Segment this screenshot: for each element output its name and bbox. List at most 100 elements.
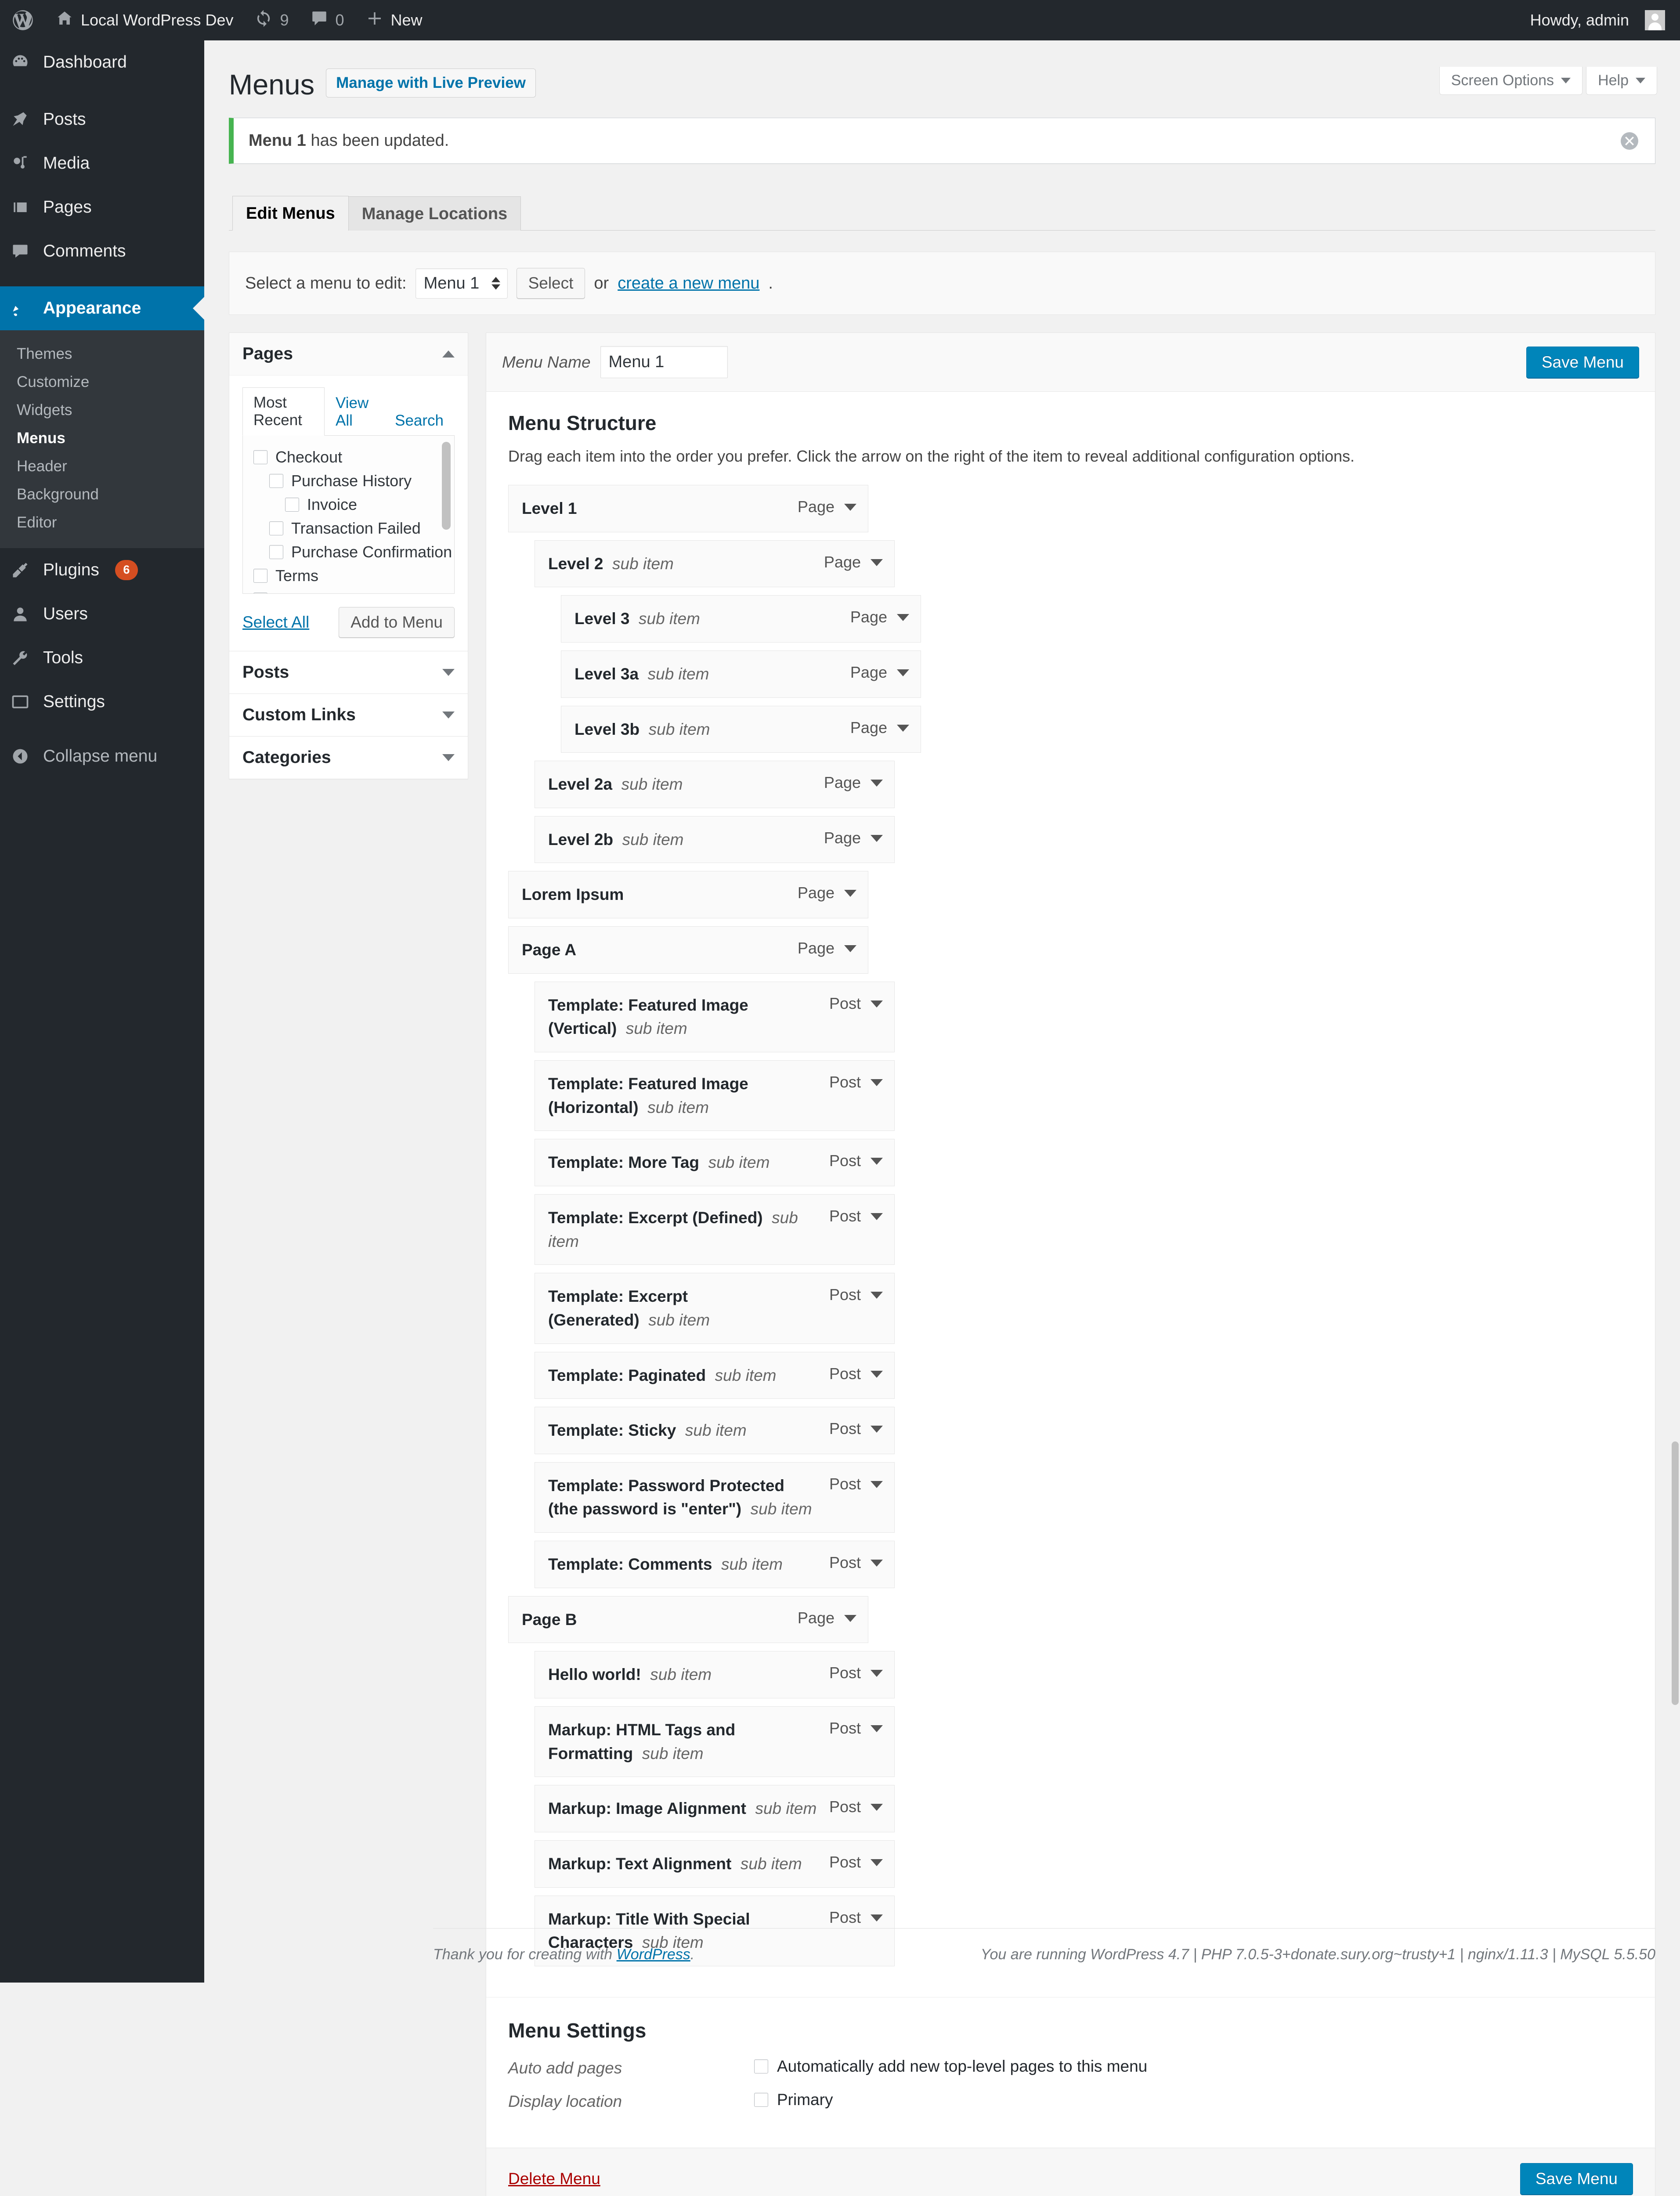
sidebar-item-comments[interactable]: Comments — [0, 229, 204, 273]
sidebar-item-users[interactable]: Users — [0, 592, 204, 636]
chevron-down-icon[interactable] — [871, 834, 883, 842]
menu-item-row[interactable]: Template: Comments sub item Post — [535, 1541, 895, 1588]
help-button[interactable]: Help — [1586, 67, 1657, 95]
chevron-down-icon[interactable] — [871, 1804, 883, 1811]
list-item[interactable]: Checkout — [243, 445, 454, 469]
comments-link[interactable]: 0 — [300, 0, 355, 40]
checkbox[interactable] — [269, 521, 283, 535]
sidebar-item-media[interactable]: Media — [0, 141, 204, 185]
sidebar-item-pages[interactable]: Pages — [0, 185, 204, 229]
checkbox[interactable] — [754, 2092, 768, 2107]
menu-item-row[interactable]: Markup: Image Alignment sub item Post — [535, 1785, 895, 1832]
manage-with-live-preview-button[interactable]: Manage with Live Preview — [326, 69, 536, 98]
scrollbar-thumb[interactable] — [1672, 1441, 1679, 1705]
menu-item-row[interactable]: Template: Excerpt (Defined) sub item Post — [535, 1194, 895, 1265]
menu-item-row[interactable]: Template: Paginated sub item Post — [535, 1351, 895, 1399]
chevron-down-icon[interactable] — [844, 945, 856, 953]
pages-tab-search[interactable]: Search — [384, 405, 455, 436]
select-all-link[interactable]: Select All — [242, 613, 309, 632]
chevron-down-icon[interactable] — [897, 669, 909, 676]
list-item[interactable]: Add-ons — [243, 588, 454, 593]
list-item[interactable]: Purchase History — [243, 469, 454, 493]
checkbox[interactable] — [269, 545, 283, 559]
panel-custom-links-header[interactable]: Custom Links — [229, 694, 468, 736]
menu-item-row[interactable]: Markup: Text Alignment sub item Post — [535, 1840, 895, 1888]
menu-item-row[interactable]: Markup: HTML Tags and Formatting sub ite… — [535, 1706, 895, 1777]
auto-add-pages-field[interactable]: Automatically add new top-level pages to… — [754, 2057, 1147, 2076]
submenu-item-widgets[interactable]: Widgets — [0, 396, 204, 424]
checkbox[interactable] — [253, 592, 267, 593]
submenu-item-header[interactable]: Header — [0, 452, 204, 480]
sidebar-item-appearance[interactable]: Appearance — [0, 286, 204, 330]
howdy-account-link[interactable]: Howdy, admin — [1519, 0, 1665, 40]
submenu-item-menus[interactable]: Menus — [0, 424, 204, 452]
submenu-item-editor[interactable]: Editor — [0, 509, 204, 537]
panel-pages-header[interactable]: Pages — [229, 333, 468, 376]
submenu-item-background[interactable]: Background — [0, 480, 204, 509]
menu-item-row[interactable]: Template: Featured Image (Vertical) sub … — [535, 981, 895, 1053]
sidebar-item-plugins[interactable]: Plugins 6 — [0, 548, 204, 592]
list-item[interactable]: Terms — [243, 564, 454, 588]
chevron-down-icon[interactable] — [844, 1614, 856, 1622]
scrollbar-thumb[interactable] — [442, 442, 451, 530]
menu-select-dropdown[interactable]: Menu 1 — [415, 268, 508, 299]
menu-item-row[interactable]: Page A Page — [508, 926, 868, 974]
chevron-down-icon[interactable] — [844, 504, 856, 511]
chevron-down-icon[interactable] — [871, 1079, 883, 1087]
wordpress-link[interactable]: WordPress — [617, 1946, 690, 1963]
menu-item-row[interactable]: Hello world! sub item Post — [535, 1651, 895, 1699]
site-name-link[interactable]: Local WordPress Dev — [45, 0, 244, 40]
chevron-down-icon[interactable] — [871, 559, 883, 566]
display-location-field[interactable]: Primary — [754, 2091, 833, 2109]
menu-item-row[interactable]: Level 2b sub item Page — [535, 816, 895, 863]
pages-list-panel[interactable]: Checkout Purchase History Invoice Transa… — [242, 436, 455, 594]
submenu-item-themes[interactable]: Themes — [0, 340, 204, 368]
add-to-menu-button[interactable]: Add to Menu — [339, 607, 455, 638]
checkbox[interactable] — [253, 450, 267, 464]
create-new-menu-link[interactable]: create a new menu — [618, 274, 759, 293]
chevron-down-icon[interactable] — [871, 1914, 883, 1922]
sidebar-item-posts[interactable]: Posts — [0, 98, 204, 141]
page-scrollbar[interactable] — [1670, 40, 1680, 1983]
delete-menu-link[interactable]: Delete Menu — [508, 2170, 600, 2188]
chevron-down-icon[interactable] — [871, 1859, 883, 1866]
menu-item-row[interactable]: Template: More Tag sub item Post — [535, 1139, 895, 1186]
tab-manage-locations[interactable]: Manage Locations — [348, 196, 521, 231]
select-button[interactable]: Select — [516, 268, 585, 299]
menu-item-row[interactable]: Level 3 sub item Page — [561, 595, 921, 643]
chevron-down-icon[interactable] — [871, 1370, 883, 1378]
sidebar-item-dashboard[interactable]: Dashboard — [0, 40, 204, 84]
menu-item-row[interactable]: Lorem Ipsum Page — [508, 871, 868, 919]
menu-item-row[interactable]: Template: Sticky sub item Post — [535, 1407, 895, 1454]
menu-name-input[interactable] — [600, 346, 728, 378]
pages-tab-view-all[interactable]: View All — [325, 388, 384, 436]
submenu-item-customize[interactable]: Customize — [0, 368, 204, 396]
checkbox[interactable] — [253, 569, 267, 583]
panel-categories-header[interactable]: Categories — [229, 737, 468, 779]
save-menu-button-top[interactable]: Save Menu — [1526, 346, 1639, 378]
chevron-down-icon[interactable] — [871, 1481, 883, 1488]
menu-item-row[interactable]: Level 2a sub item Page — [535, 761, 895, 808]
sidebar-item-collapse-menu[interactable]: Collapse menu — [0, 734, 204, 778]
wordpress-logo-link[interactable] — [0, 0, 45, 40]
new-content-link[interactable]: New — [355, 0, 433, 40]
sidebar-item-settings[interactable]: Settings — [0, 680, 204, 724]
chevron-down-icon[interactable] — [871, 1560, 883, 1567]
tab-edit-menus[interactable]: Edit Menus — [232, 196, 349, 231]
checkbox[interactable] — [754, 2059, 768, 2073]
menu-item-row[interactable]: Level 3a sub item Page — [561, 650, 921, 698]
chevron-down-icon[interactable] — [871, 1670, 883, 1677]
menu-item-row[interactable]: Template: Featured Image (Horizontal) su… — [535, 1060, 895, 1131]
chevron-down-icon[interactable] — [871, 1158, 883, 1165]
menu-item-row[interactable]: Template: Password Protected (the passwo… — [535, 1462, 895, 1533]
menu-item-row[interactable]: Level 2 sub item Page — [535, 540, 895, 588]
menu-item-row[interactable]: Level 1 Page — [508, 485, 868, 532]
panel-posts-header[interactable]: Posts — [229, 651, 468, 693]
pages-tab-most-recent[interactable]: Most Recent — [242, 387, 325, 436]
chevron-down-icon[interactable] — [897, 724, 909, 732]
chevron-down-icon[interactable] — [871, 1426, 883, 1433]
checkbox[interactable] — [269, 474, 283, 488]
list-item[interactable]: Purchase Confirmation — [243, 540, 454, 564]
chevron-down-icon[interactable] — [871, 780, 883, 787]
close-icon[interactable] — [1619, 130, 1640, 152]
